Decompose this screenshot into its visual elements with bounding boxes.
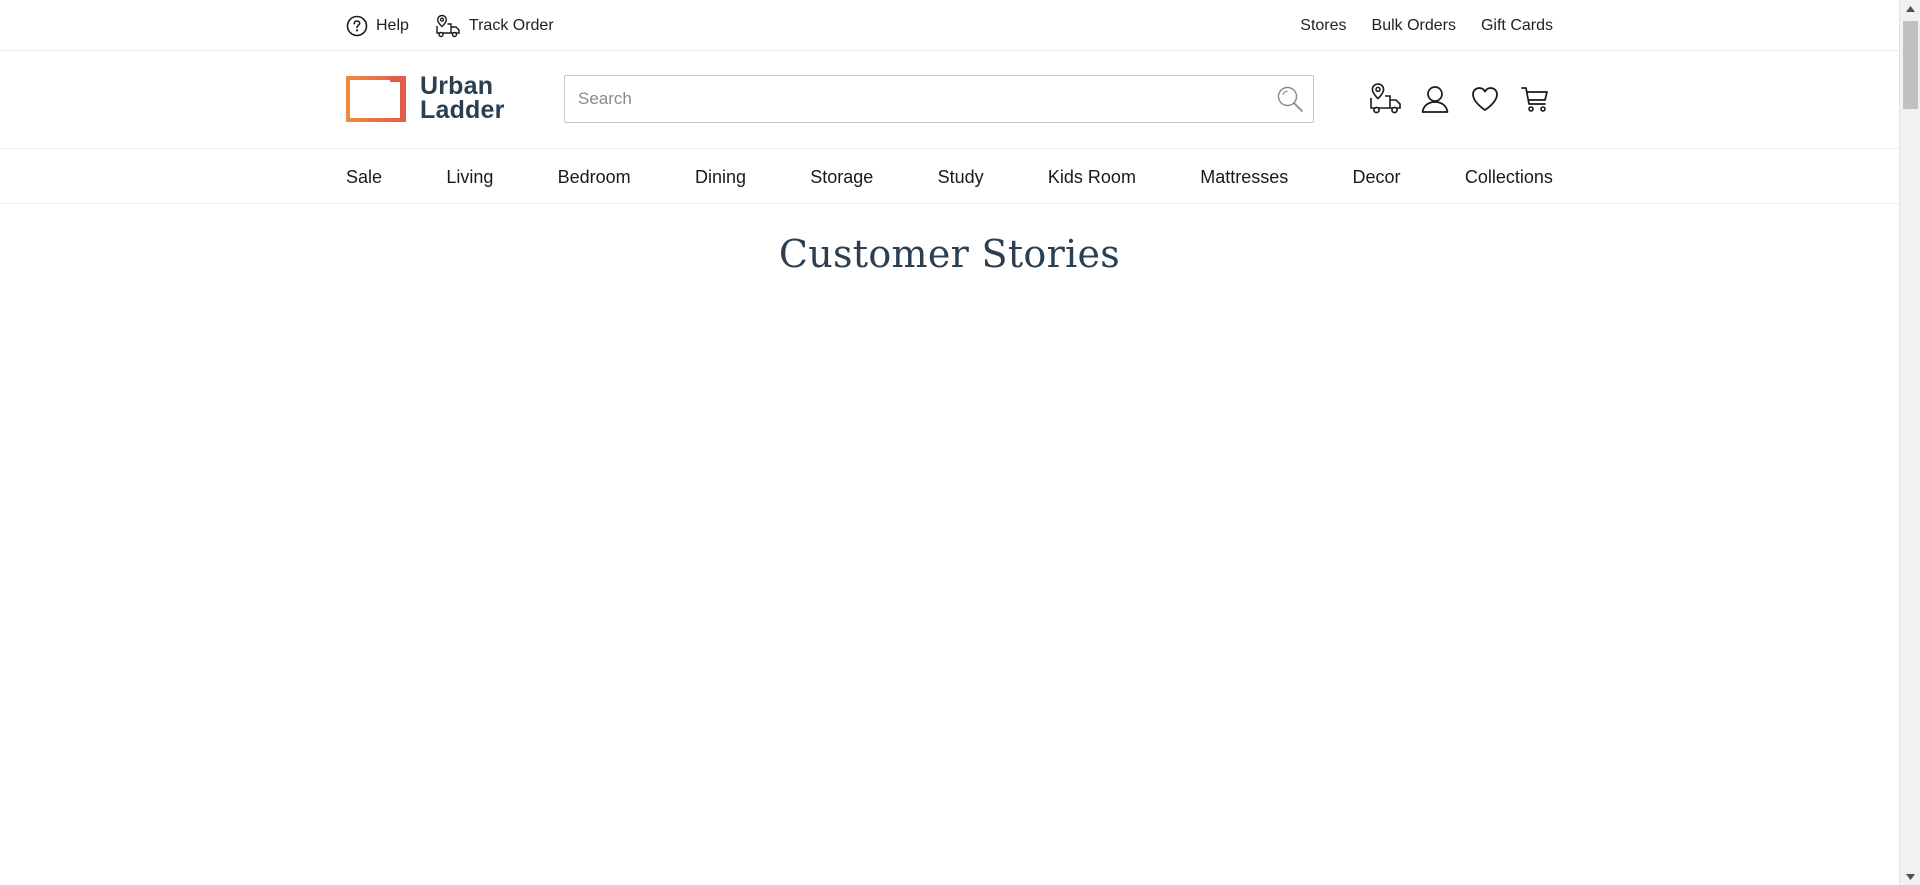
user-icon[interactable]: [1418, 82, 1452, 116]
nav-list: Sale Living Bedroom Dining Storage Study…: [346, 150, 1553, 204]
logo-wordmark: Urban Ladder: [420, 72, 505, 124]
search-icon[interactable]: [1275, 84, 1305, 114]
urban-ladder-logo[interactable]: Urban Ladder: [346, 72, 505, 124]
search-input[interactable]: [565, 76, 1255, 122]
delivery-truck-pin-icon: [435, 14, 461, 38]
nav-item-kids-room[interactable]: Kids Room: [1048, 167, 1136, 188]
page-title: Customer Stories: [778, 232, 1121, 276]
utility-left-links: Help Track Order: [346, 0, 554, 51]
nav-item-mattresses[interactable]: Mattresses: [1200, 167, 1288, 188]
utility-right-links: Stores Bulk Orders Gift Cards: [1300, 0, 1553, 51]
nav-item-bedroom[interactable]: Bedroom: [558, 167, 631, 188]
nav-item-decor[interactable]: Decor: [1353, 167, 1401, 188]
stores-link[interactable]: Stores: [1300, 17, 1346, 35]
logo-mark-icon: [346, 75, 406, 122]
logo-line-1: Urban: [420, 72, 494, 100]
delivery-truck-pin-icon[interactable]: [1368, 82, 1402, 116]
gift-cards-link[interactable]: Gift Cards: [1481, 17, 1553, 35]
nav-item-storage[interactable]: Storage: [810, 167, 873, 188]
site-header: Urban Ladder: [0, 51, 1899, 149]
heart-icon[interactable]: [1468, 82, 1502, 116]
nav-item-collections[interactable]: Collections: [1465, 167, 1553, 188]
nav-item-study[interactable]: Study: [938, 167, 984, 188]
scrollbar-thumb[interactable]: [1903, 21, 1918, 109]
help-label: Help: [376, 16, 409, 34]
nav-item-dining[interactable]: Dining: [695, 167, 746, 188]
page: Help Track Order Stores Bulk Orders Gift…: [0, 0, 1899, 885]
main-navigation: Sale Living Bedroom Dining Storage Study…: [0, 150, 1899, 204]
utility-bar: Help Track Order Stores Bulk Orders Gift…: [0, 0, 1899, 51]
nav-item-living[interactable]: Living: [446, 167, 493, 188]
help-link[interactable]: Help: [346, 15, 409, 37]
scroll-up-arrow-icon[interactable]: [1900, 0, 1920, 17]
scroll-down-arrow-icon[interactable]: [1900, 868, 1920, 885]
track-order-label: Track Order: [468, 16, 554, 34]
bulk-orders-link[interactable]: Bulk Orders: [1372, 17, 1456, 35]
nav-item-sale[interactable]: Sale: [346, 167, 382, 188]
vertical-scrollbar[interactable]: [1899, 0, 1920, 885]
search-box: [564, 75, 1314, 123]
cart-icon[interactable]: [1518, 82, 1552, 116]
question-circle-icon: [346, 15, 368, 37]
logo-line-2: Ladder: [420, 96, 505, 124]
header-icons: [1368, 82, 1552, 116]
track-order-link[interactable]: Track Order: [435, 14, 554, 38]
